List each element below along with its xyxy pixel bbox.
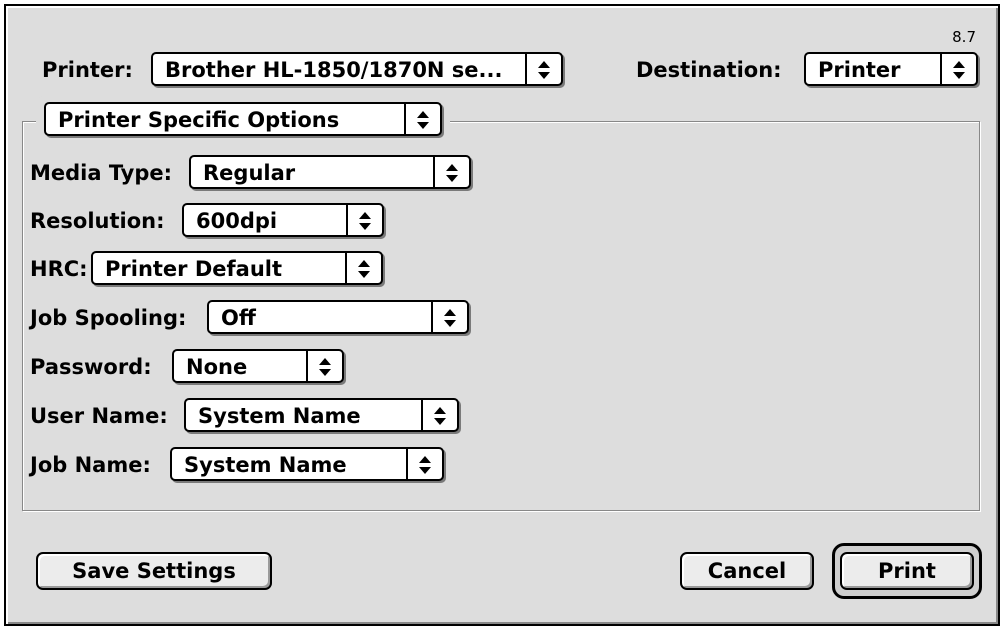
media-type-label: Media Type: [30,161,173,185]
popup-arrows-icon [406,449,442,479]
job-name-label: Job Name: [30,453,151,477]
destination-popup[interactable]: Printer [804,52,978,86]
job-spooling-popup[interactable]: Off [207,300,469,334]
media-type-popup[interactable]: Regular [189,155,471,189]
user-name-popup[interactable]: System Name [184,398,459,432]
popup-arrows-icon [525,54,561,84]
hrc-popup[interactable]: Printer Default [91,251,383,285]
printer-popup[interactable]: Brother HL-1850/1870N se... [151,52,563,86]
job-spooling-label: Job Spooling: [30,306,187,330]
hrc-value: Printer Default [105,257,283,281]
printer-label: Printer: [42,58,133,82]
popup-arrows-icon [306,351,342,381]
printer-value: Brother HL-1850/1870N se... [165,58,503,82]
user-name-label: User Name: [30,404,168,428]
user-name-value: System Name [198,404,361,428]
job-name-popup[interactable]: System Name [170,447,444,481]
password-popup[interactable]: None [172,349,344,383]
destination-value: Printer [818,58,901,82]
popup-arrows-icon [404,104,440,134]
job-spooling-value: Off [221,306,256,330]
hrc-label: HRC: [30,257,88,281]
version-label: 8.7 [952,28,976,46]
destination-label: Destination: [636,58,782,82]
cancel-button[interactable]: Cancel [680,552,814,590]
password-label: Password: [30,355,152,379]
resolution-label: Resolution: [30,209,165,233]
popup-arrows-icon [431,302,467,332]
popup-arrows-icon [433,157,469,187]
job-name-value: System Name [184,453,347,477]
popup-arrows-icon [940,54,976,84]
popup-arrows-icon [421,400,457,430]
save-settings-button[interactable]: Save Settings [36,552,272,590]
section-value: Printer Specific Options [58,108,340,132]
resolution-popup[interactable]: 600dpi [182,203,384,237]
password-value: None [186,355,248,379]
popup-arrows-icon [345,253,381,283]
media-type-value: Regular [203,161,296,185]
section-popup[interactable]: Printer Specific Options [44,102,442,136]
print-button[interactable]: Print [840,552,974,590]
print-dialog: 8.7 Printer: Brother HL-1850/1870N se...… [4,4,1000,626]
popup-arrows-icon [346,205,382,235]
resolution-value: 600dpi [196,209,278,233]
